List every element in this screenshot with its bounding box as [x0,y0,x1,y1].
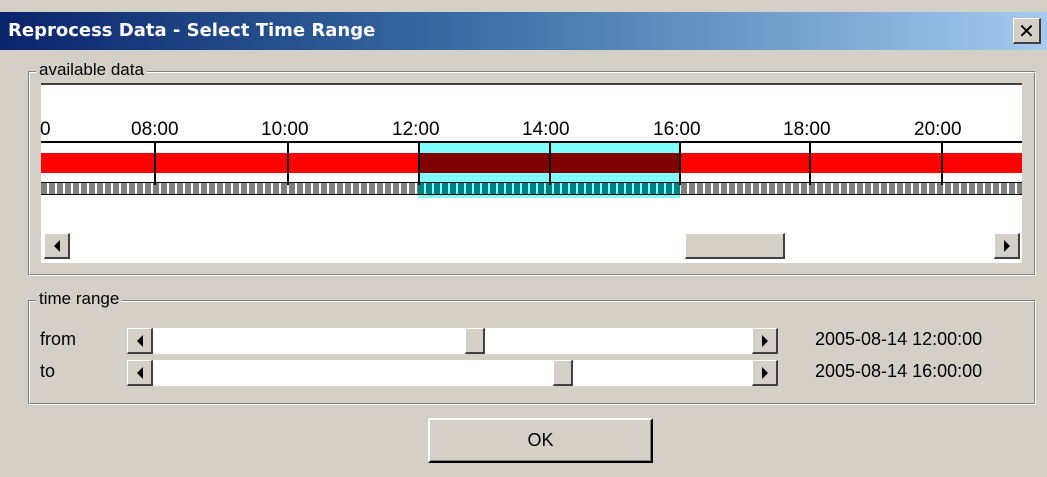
hour-tick [809,141,811,185]
tick-label-12: 12:00 [392,119,440,140]
tick-label-10: 10:00 [261,119,309,140]
from-slider-thumb[interactable] [465,328,485,354]
to-datetime-value: 2005-08-14 16:00:00 [815,361,983,381]
hour-tick [941,141,943,185]
scroll-left-arrow-icon [53,239,60,252]
hour-tick [549,141,551,185]
time-range-legend: time range [36,289,123,309]
timeline-view[interactable]: 0 08:00 10:00 12:00 14:00 16:00 18:00 20… [40,83,1022,263]
from-slider-right-button[interactable] [752,328,778,354]
to-slider-thumb[interactable] [553,360,573,386]
from-label: from [40,329,76,349]
close-icon: ✕ [1018,18,1035,43]
to-time-slider[interactable] [127,360,778,386]
from-time-slider[interactable] [127,328,778,354]
tick-label-20: 20:00 [914,119,962,140]
available-data-legend: available data [36,60,147,80]
hour-tick [287,141,289,185]
from-datetime-value: 2005-08-14 12:00:00 [815,329,983,349]
close-button[interactable]: ✕ [1013,18,1041,44]
tick-label-0: 0 [40,119,51,140]
hour-tick [418,141,420,185]
to-slider-right-button[interactable] [752,360,778,386]
from-slider-left-button[interactable] [127,328,153,354]
tick-label-18: 18:00 [783,119,831,140]
hour-tick [154,141,156,185]
timeline-scroll-left-button[interactable] [44,233,70,259]
time-axis-line [41,141,1022,143]
hour-tick [679,141,681,185]
tick-label-14: 14:00 [522,119,570,140]
window-title: Reprocess Data - Select Time Range [8,20,376,41]
scroll-right-arrow-icon [1003,239,1010,252]
title-bar[interactable]: Reprocess Data - Select Time Range ✕ [0,12,1047,50]
ok-button-label: OK [527,430,554,450]
to-slider-left-button[interactable] [127,360,153,386]
timeline-scrollbar[interactable] [44,233,1020,259]
scroll-left-arrow-icon [136,366,143,379]
ok-button[interactable]: OK [428,418,653,463]
timeline-scroll-thumb[interactable] [685,233,785,259]
scroll-right-arrow-icon [761,334,768,347]
to-label: to [40,361,56,381]
tick-label-16: 16:00 [653,119,701,140]
tick-label-08: 08:00 [131,119,179,140]
scroll-right-arrow-icon [761,366,768,379]
reprocess-dialog: Reprocess Data - Select Time Range ✕ ava… [0,0,1047,477]
timeline-scroll-right-button[interactable] [994,233,1020,259]
scroll-left-arrow-icon [136,334,143,347]
